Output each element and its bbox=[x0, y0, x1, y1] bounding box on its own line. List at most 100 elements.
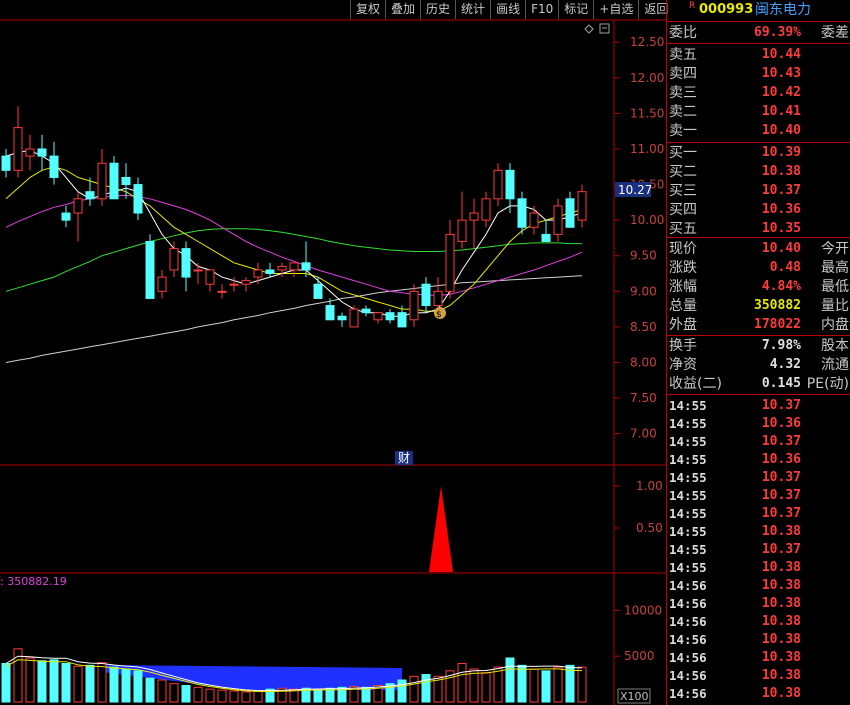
tick-price: 10.38 bbox=[761, 524, 801, 539]
event-signal bbox=[429, 486, 453, 572]
extra-row: 净资 4.32 流通 bbox=[669, 356, 849, 374]
candle-body bbox=[409, 290, 419, 321]
volume-bar bbox=[25, 657, 35, 703]
candle-body bbox=[145, 241, 155, 299]
candle-body bbox=[61, 212, 71, 221]
diamond-icon[interactable] bbox=[584, 24, 594, 34]
stat-value: 350882 bbox=[754, 298, 801, 313]
bid-row: 买四 10.36 bbox=[669, 201, 849, 219]
kline-chart[interactable]: 12.5012.0011.5011.0010.5010.009.509.008.… bbox=[0, 0, 666, 705]
tick-time: 14:55 bbox=[669, 398, 707, 413]
ask-label: 卖二 bbox=[669, 104, 697, 120]
candle-body bbox=[25, 148, 35, 157]
candle-body bbox=[505, 169, 515, 200]
candle-body bbox=[169, 248, 179, 271]
event-tick-label: 1.00 bbox=[636, 479, 663, 493]
tick-time: 14:56 bbox=[669, 632, 707, 647]
candle-body bbox=[577, 191, 587, 221]
bid-price: 10.36 bbox=[761, 202, 801, 217]
stat-label: 外盘 bbox=[669, 317, 697, 333]
tick-time: 14:55 bbox=[669, 524, 707, 539]
price-tick-label: 8.00 bbox=[630, 355, 657, 369]
bid-price: 10.39 bbox=[761, 145, 801, 160]
tick-row: 14:55 10.37 bbox=[669, 469, 849, 487]
candle-body bbox=[397, 312, 407, 328]
bid-label: 买三 bbox=[669, 183, 697, 199]
tick-price: 10.37 bbox=[761, 398, 801, 413]
ask-price: 10.42 bbox=[761, 85, 801, 100]
volume-bar bbox=[145, 677, 155, 703]
candle-body bbox=[73, 198, 83, 214]
tick-price: 10.38 bbox=[761, 632, 801, 647]
candle-body bbox=[421, 283, 431, 307]
stock-badge: R bbox=[689, 1, 696, 11]
tick-time: 14:56 bbox=[669, 668, 707, 683]
stat-row: 现价 10.40 今开 bbox=[669, 240, 849, 258]
extra-value: 7.98% bbox=[761, 338, 801, 353]
tick-price: 10.37 bbox=[761, 470, 801, 485]
event-axis: 1.00 0.50 bbox=[614, 479, 663, 535]
volume-bar bbox=[409, 675, 419, 703]
tick-time: 14:56 bbox=[669, 596, 707, 611]
finance-marker[interactable]: 财 bbox=[398, 451, 410, 465]
volume-bar bbox=[217, 689, 227, 703]
stat-value: 4.84% bbox=[761, 279, 801, 294]
stat-value: 10.40 bbox=[761, 241, 801, 256]
webi-row: 委比 69.39% 委差 bbox=[669, 24, 849, 42]
volume-bar bbox=[553, 666, 563, 703]
stat-label: 总量 bbox=[669, 298, 697, 314]
tick-time: 14:56 bbox=[669, 614, 707, 629]
ask-price: 10.40 bbox=[761, 123, 801, 138]
volume-bar bbox=[421, 674, 431, 703]
tick-row: 14:56 10.38 bbox=[669, 667, 849, 685]
tick-time: 14:56 bbox=[669, 686, 707, 701]
tick-time: 14:56 bbox=[669, 650, 707, 665]
candle-body bbox=[157, 276, 167, 292]
bid-price: 10.37 bbox=[761, 183, 801, 198]
tick-price: 10.38 bbox=[761, 650, 801, 665]
candle-body bbox=[49, 155, 59, 178]
tick-price: 10.38 bbox=[761, 560, 801, 575]
candle-body bbox=[85, 191, 95, 200]
candle-body bbox=[493, 169, 503, 200]
tick-row: 14:55 10.37 bbox=[669, 397, 849, 415]
webi-label: 委比 bbox=[669, 25, 697, 41]
bid-row: 买二 10.38 bbox=[669, 163, 849, 181]
candle-body bbox=[181, 248, 191, 278]
tick-row: 14:55 10.36 bbox=[669, 451, 849, 469]
candle-body bbox=[229, 283, 239, 286]
volume-bar bbox=[517, 664, 527, 703]
weicha-label: 委差 bbox=[821, 25, 849, 41]
price-tick-label: 11.00 bbox=[630, 142, 664, 156]
bid-label: 买一 bbox=[669, 145, 697, 161]
stat-label2: 最低 bbox=[821, 279, 849, 295]
volume-bar bbox=[133, 670, 143, 703]
ask-price: 10.43 bbox=[761, 66, 801, 81]
volume-unit: X100 bbox=[620, 690, 649, 703]
ma60-line bbox=[5, 275, 583, 363]
quote-panel: R 000993 闽东电力 委比 69.39% 委差 卖五 10.44 卖四 10… bbox=[666, 0, 850, 705]
tick-row: 14:55 10.37 bbox=[669, 487, 849, 505]
candle-body bbox=[325, 305, 335, 321]
volume-bar bbox=[193, 686, 203, 703]
candle-body bbox=[565, 198, 575, 228]
volume-bar bbox=[1, 663, 11, 703]
volume-bar bbox=[61, 663, 71, 703]
bid-row: 买一 10.39 bbox=[669, 144, 849, 162]
candle-body bbox=[253, 269, 263, 278]
tick-row: 14:55 10.36 bbox=[669, 415, 849, 433]
stat-label2: 量比 bbox=[821, 298, 849, 314]
stat-value: 178022 bbox=[754, 317, 801, 332]
ask-price: 10.44 bbox=[761, 47, 801, 62]
candle-body bbox=[133, 184, 143, 214]
tick-row: 14:56 10.38 bbox=[669, 685, 849, 703]
tick-time: 14:55 bbox=[669, 542, 707, 557]
stat-label2: 今开 bbox=[821, 241, 849, 257]
candle-body bbox=[469, 212, 479, 221]
stat-row: 涨幅 4.84% 最低 bbox=[669, 278, 849, 296]
volume-bar bbox=[37, 660, 47, 703]
volume-bar bbox=[109, 666, 119, 703]
stat-value: 0.48 bbox=[769, 260, 801, 275]
event-tick-label: 0.50 bbox=[636, 521, 663, 535]
tick-row: 14:55 10.37 bbox=[669, 541, 849, 559]
